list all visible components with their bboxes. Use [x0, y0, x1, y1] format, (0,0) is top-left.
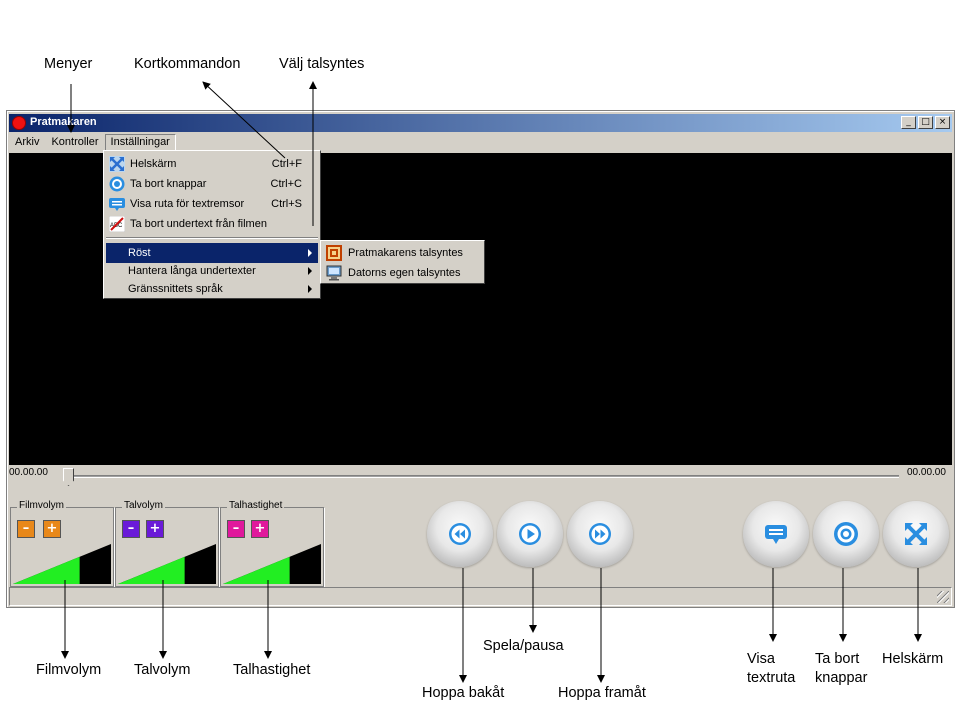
- menu-item-shortcut: Ctrl+S: [271, 198, 302, 210]
- seek-track[interactable]: [69, 475, 899, 478]
- menu-kontroller[interactable]: Kontroller: [45, 134, 104, 152]
- annotation-valj-talsyntes: Välj talsyntes: [279, 56, 365, 72]
- app-logo-icon: [12, 116, 26, 130]
- pratmakaren-voice-icon: [326, 245, 342, 261]
- annotation-talhastighet: Talhastighet: [233, 662, 311, 678]
- annotation-menyer: Menyer: [44, 56, 93, 72]
- voice-option-label: Pratmakarens talsyntes: [348, 247, 463, 259]
- menu-item-label: Helskärm: [130, 158, 177, 170]
- submenu-arrow-icon: [308, 267, 312, 275]
- annotation-kortkommandon: Kortkommandon: [134, 56, 241, 72]
- voice-option-pratmakaren[interactable]: Pratmakarens talsyntes: [323, 243, 482, 263]
- annotation-talvolym: Talvolym: [134, 662, 191, 678]
- voice-option-datorn[interactable]: Datorns egen talsyntes: [323, 263, 482, 283]
- remove-buttons-button[interactable]: [813, 501, 879, 567]
- submenu-arrow-icon: [308, 249, 312, 257]
- window-controls: _ □ ×: [901, 116, 950, 129]
- abc-strike-icon: ABC: [109, 216, 125, 232]
- talhastighet-level-indicator[interactable]: [223, 544, 321, 584]
- annotation-spela-pausa: Spela/pausa: [483, 638, 564, 654]
- app-window: Pratmakaren _ □ × Arkiv Kontroller Instä…: [6, 110, 955, 608]
- window-title: Pratmakaren: [30, 116, 97, 128]
- fullscreen-icon: [109, 156, 125, 172]
- menu-item-shortcut: Ctrl+C: [270, 178, 302, 190]
- menu-item-hantera-langa[interactable]: Hantera långa undertexter: [106, 261, 318, 281]
- resize-grip[interactable]: [937, 591, 949, 603]
- close-button[interactable]: ×: [935, 116, 950, 129]
- voice-submenu: Pratmakarens talsyntes Datorns egen tals…: [320, 240, 485, 284]
- menu-item-visa-ruta[interactable]: Visa ruta för textremsor Ctrl+S: [106, 194, 318, 214]
- menu-divider: [106, 237, 318, 239]
- menu-item-label: Ta bort knappar: [130, 178, 207, 190]
- seek-thumb[interactable]: [63, 468, 74, 486]
- annotation-hoppa-framat: Hoppa framåt: [558, 685, 646, 701]
- time-total: 00.00.00: [907, 467, 946, 478]
- menu-item-label: Hantera långa undertexter: [128, 265, 256, 277]
- filmvolym-minus-button[interactable]: –: [17, 520, 35, 538]
- annotation-ta-bort-line2: knappar: [815, 670, 868, 686]
- talvolym-minus-button[interactable]: –: [122, 520, 140, 538]
- rewind-button[interactable]: [427, 501, 493, 567]
- subtitle-box-icon: [109, 196, 125, 212]
- play-pause-button[interactable]: [497, 501, 563, 567]
- submenu-arrow-icon: [308, 285, 312, 293]
- menu-item-ta-bort-knappar[interactable]: Ta bort knappar Ctrl+C: [106, 174, 318, 194]
- fast-forward-button[interactable]: [567, 501, 633, 567]
- filmvolym-level-indicator[interactable]: [13, 544, 111, 584]
- talhastighet-minus-button[interactable]: –: [227, 520, 245, 538]
- annotation-visa-textruta: Visa textruta: [747, 650, 795, 688]
- menu-item-granssnittets-sprak[interactable]: Gränssnittets språk: [106, 279, 318, 299]
- menu-item-helskarm[interactable]: Helskärm Ctrl+F: [106, 154, 318, 174]
- remove-buttons-icon: [109, 176, 125, 192]
- menu-arkiv[interactable]: Arkiv: [9, 134, 45, 152]
- time-elapsed: 00.00.00: [9, 467, 48, 478]
- voice-option-label: Datorns egen talsyntes: [348, 267, 461, 279]
- maximize-button[interactable]: □: [918, 116, 933, 129]
- menu-item-shortcut: Ctrl+F: [271, 158, 302, 170]
- group-label: Talhastighet: [227, 500, 285, 511]
- annotation-ta-bort-knappar: Ta bort knappar: [815, 650, 867, 688]
- play-icon: [519, 523, 541, 545]
- menu-item-label: Röst: [128, 247, 151, 259]
- minimize-button[interactable]: _: [901, 116, 916, 129]
- talvolym-level-indicator[interactable]: [118, 544, 216, 584]
- remove-buttons-icon: [834, 522, 858, 546]
- talhastighet-plus-button[interactable]: +: [251, 520, 269, 538]
- talvolym-group: Talvolym – +: [115, 500, 219, 587]
- rewind-icon: [449, 523, 471, 545]
- settings-dropdown: Helskärm Ctrl+F Ta bort knappar Ctrl+C V…: [103, 150, 321, 299]
- annotation-filmvolym: Filmvolym: [36, 662, 102, 678]
- menu-item-ta-bort-undertext[interactable]: ABC Ta bort undertext från filmen: [106, 214, 318, 234]
- annotation-visa-line1: Visa: [747, 651, 775, 667]
- menu-item-label: Ta bort undertext från filmen: [130, 218, 267, 230]
- menu-item-label: Visa ruta för textremsor: [130, 198, 245, 210]
- annotation-visa-line2: textruta: [747, 670, 796, 686]
- fullscreen-icon: [905, 523, 927, 545]
- filmvolym-group: Filmvolym – +: [10, 500, 114, 587]
- talvolym-plus-button[interactable]: +: [146, 520, 164, 538]
- annotation-ta-bort-line1: Ta bort: [815, 651, 860, 667]
- menu-item-rost[interactable]: Röst: [106, 243, 318, 263]
- subtitle-box-icon: [765, 525, 787, 544]
- annotation-helskarm: Helskärm: [882, 651, 944, 667]
- group-label: Filmvolym: [17, 500, 66, 511]
- computer-voice-icon: [326, 265, 342, 281]
- group-label: Talvolym: [122, 500, 165, 511]
- status-bar: [9, 587, 952, 606]
- filmvolym-plus-button[interactable]: +: [43, 520, 61, 538]
- fullscreen-button[interactable]: [883, 501, 949, 567]
- show-textbox-button[interactable]: [743, 501, 809, 567]
- menu-item-label: Gränssnittets språk: [128, 283, 223, 295]
- fast-forward-icon: [589, 523, 611, 545]
- annotation-hoppa-bakat: Hoppa bakåt: [422, 685, 505, 701]
- title-bar[interactable]: Pratmakaren _ □ ×: [9, 114, 952, 132]
- talhastighet-group: Talhastighet – +: [220, 500, 324, 587]
